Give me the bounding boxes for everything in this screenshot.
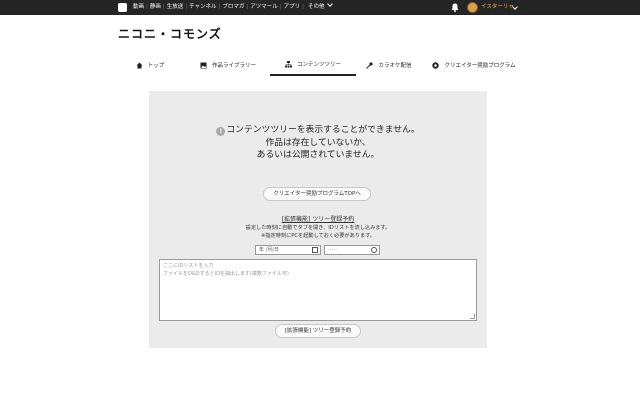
reservation-description: 設定した時刻に自動でタブを開き、IDリストを流し込みます。 ※指定時刻にPCを起… (149, 224, 487, 240)
tab-karaoke[interactable]: カラオケ配信 (354, 54, 424, 76)
nav-other-menu[interactable]: その他 (304, 0, 335, 15)
reservation-description-line1: 設定した時刻に自動でタブを開き、IDリストを流し込みます。 (245, 225, 391, 231)
reservation-description-line2: ※指定時刻にPCを起動しておく必要があります。 (260, 233, 375, 239)
creator-program-top-button[interactable]: クリエイター奨励プログラムTOPへ (263, 187, 371, 201)
id-list-placeholder-line1: ここにIDリストを入力 (163, 263, 214, 269)
tree-icon (284, 60, 292, 67)
reservation-date-input[interactable]: 年 /月/日 (255, 245, 321, 255)
nav-other-label: その他 (307, 4, 325, 10)
bell-icon[interactable] (451, 3, 459, 12)
tab-creator-program-label: クリエイター奨励プログラム (444, 63, 516, 69)
error-message-line2: 作品は存在していないか、 (265, 137, 371, 148)
tab-creator-program[interactable]: クリエイター奨励プログラム (424, 54, 524, 76)
tab-content-tree[interactable]: コンテンツツリー (270, 54, 356, 76)
reservation-submit-button[interactable]: [拡張機能] ツリー登録予約 (275, 324, 361, 338)
image-icon (200, 62, 207, 68)
error-message: ! コンテンツツリーを表示することができません。 作品は存在していないか、 あるい… (149, 124, 487, 162)
clock-icon[interactable] (371, 247, 377, 253)
niconi-commons-logo[interactable]: ニコニ・コモンズ (118, 25, 222, 42)
reservation-date-value: 年 /月/日 (259, 247, 279, 253)
user-avatar[interactable] (467, 2, 478, 13)
reservation-time-placeholder: --:-- (328, 247, 337, 253)
home-icon (136, 62, 143, 68)
tab-top[interactable]: トップ (118, 54, 182, 76)
nav-blomaga[interactable]: ブロマガ (220, 0, 246, 15)
id-list-placeholder-line2: ファイルをD&DするとIDを抽出します(複数ファイル可) (163, 271, 289, 277)
microphone-icon (366, 61, 374, 69)
error-message-line1: コンテンツツリーを表示することができません。 (226, 125, 420, 135)
chevron-down-icon (327, 1, 334, 7)
tree-registration-reservation-link[interactable]: [拡張機能] ツリー登録予約 (149, 214, 487, 223)
info-icon: ! (216, 127, 226, 136)
reservation-time-input[interactable]: --:-- (324, 245, 380, 255)
service-nav: 動画 | 静画 | 生放送 | チャンネル | ブロマガ | アツマール | アプリ | その… (131, 0, 334, 15)
nav-live[interactable]: 生放送 (165, 0, 186, 15)
username[interactable]: イスターリャ (481, 0, 514, 15)
tab-library-label: 作品ライブラリー (211, 63, 256, 69)
error-message-line3: あるいは公開されていません。 (256, 150, 380, 160)
resize-handle[interactable] (470, 314, 475, 319)
id-list-textarea[interactable]: ここにIDリストを入力 ファイルをD&DするとIDを抽出します(複数ファイル可) (159, 259, 477, 321)
calendar-icon[interactable] (312, 247, 318, 253)
tab-karaoke-label: カラオケ配信 (378, 63, 412, 69)
niconico-logo-icon[interactable] (118, 3, 127, 12)
nav-douga[interactable]: 動画 (131, 0, 146, 15)
nav-channel[interactable]: チャンネル (187, 0, 218, 15)
top-navigation-bar: 動画 | 静画 | 生放送 | チャンネル | ブロマガ | アツマール | アプリ | その… (0, 0, 640, 15)
nav-app[interactable]: アプリ (282, 0, 303, 15)
badge-icon (432, 61, 440, 69)
main-tabs: トップ 作品ライブラリー コンテンツツリー カラオケ配信 クリエイター奨励プログ… (118, 54, 524, 76)
nav-seiga[interactable]: 静画 (148, 0, 163, 15)
content-tree-panel: ! コンテンツツリーを表示することができません。 作品は存在していないか、 あるい… (149, 91, 487, 348)
tab-content-tree-label: コンテンツツリー (296, 62, 341, 68)
tab-library[interactable]: 作品ライブラリー (187, 54, 269, 76)
nav-atsumaru[interactable]: アツマール (248, 0, 280, 15)
tab-top-label: トップ (147, 63, 165, 69)
